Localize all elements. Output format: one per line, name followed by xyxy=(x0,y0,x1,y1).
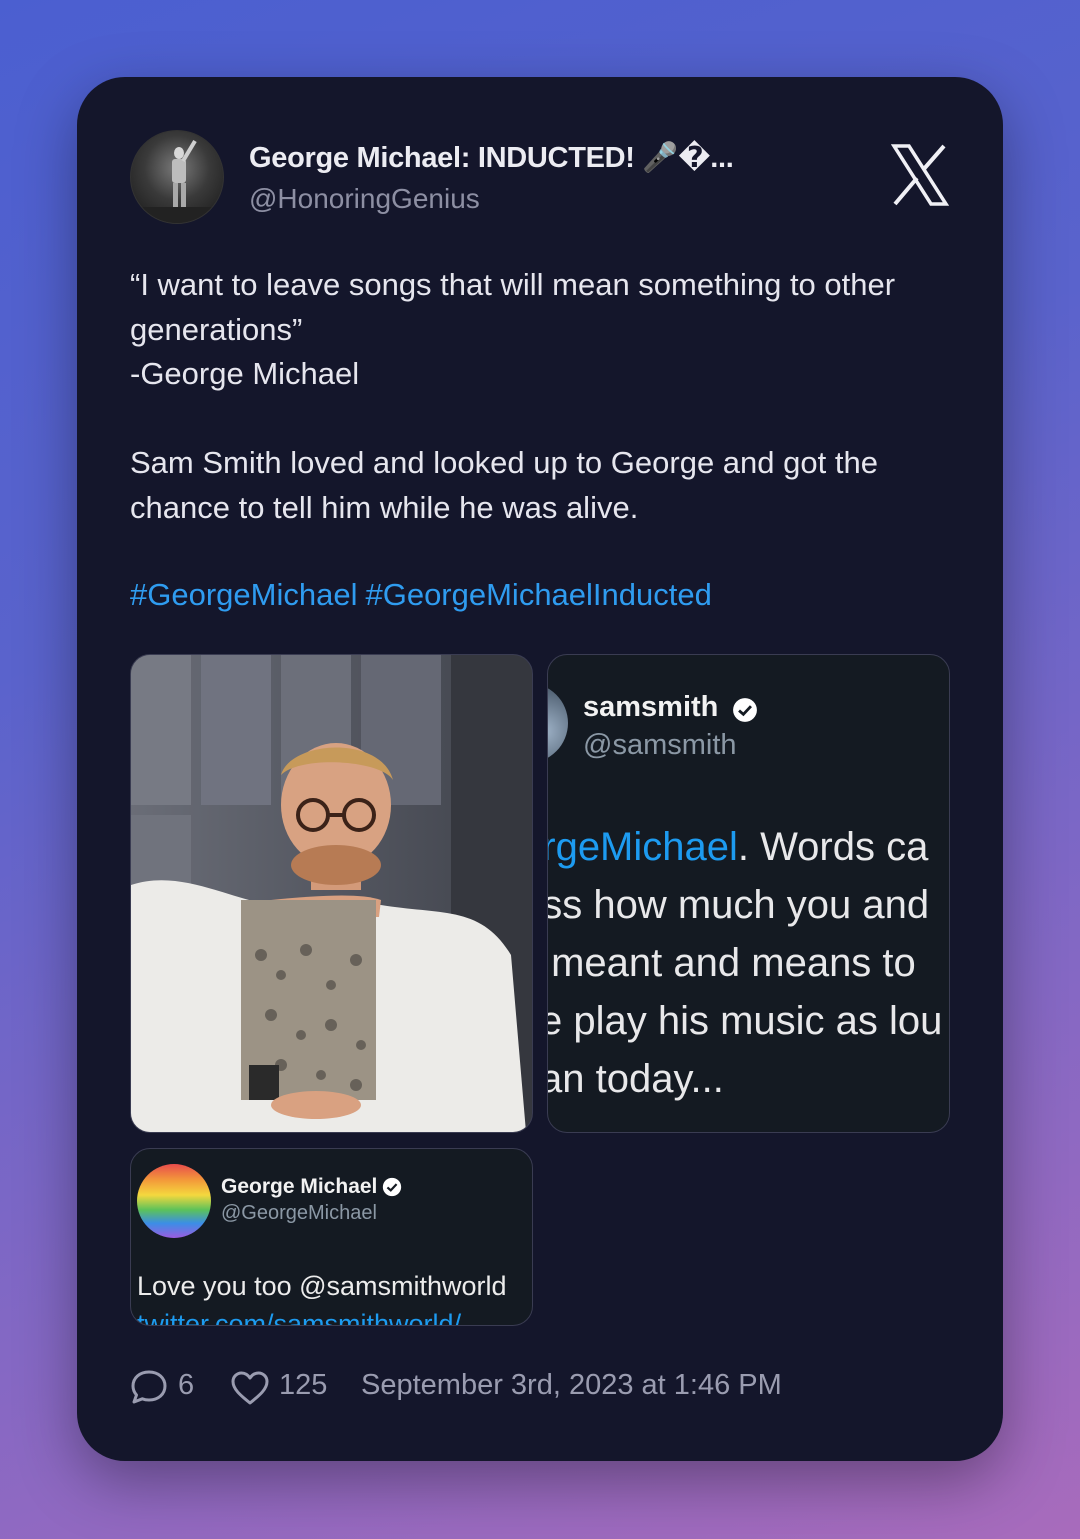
samsmith-avatar xyxy=(548,683,568,763)
hashtag-link[interactable]: #GeorgeMichaelInducted xyxy=(365,577,711,612)
reply-count: 6 xyxy=(178,1369,195,1401)
tweet-quote: “I want to leave songs that will mean so… xyxy=(130,267,896,347)
screenshot-mention: orgeMichael xyxy=(548,825,738,869)
media-screenshot-georgemichael[interactable]: George Michael @GeorgeMichael Love you t… xyxy=(130,1148,533,1326)
hashtag-link[interactable]: #GeorgeMichael xyxy=(130,577,357,612)
reply-icon[interactable] xyxy=(130,1369,168,1405)
like-icon[interactable] xyxy=(230,1370,270,1406)
media-screenshot-samsmith[interactable]: samsmith @samsmith orgeMichael. Words ca… xyxy=(547,654,950,1133)
x-logo-icon[interactable] xyxy=(891,144,949,206)
screenshot-text-line: can today... xyxy=(548,1057,724,1101)
tweet-body: Sam Smith loved and looked up to George … xyxy=(130,445,878,525)
timestamp[interactable]: September 3rd, 2023 at 1:46 PM xyxy=(361,1369,782,1402)
georgemichael-reply-link: twitter.com/samsmithworld/ xyxy=(137,1309,462,1326)
screenshot-text-line: se play his music as lou xyxy=(547,999,943,1043)
verified-badge-icon xyxy=(733,698,757,722)
georgemichael-handle: @GeorgeMichael xyxy=(221,1202,377,1224)
georgemichael-reply-text: Love you too @samsmithworld xyxy=(137,1271,507,1301)
verified-badge-icon xyxy=(382,1177,402,1197)
georgemichael-avatar xyxy=(137,1164,211,1238)
hashtags: #GeorgeMichael #GeorgeMichaelInducted xyxy=(130,577,720,613)
screenshot-text-line: orgeMichael. Words ca xyxy=(548,825,928,870)
author-display-name[interactable]: George Michael: INDUCTED! 🎤�... xyxy=(249,140,734,175)
samsmith-name: samsmith xyxy=(583,691,719,723)
media-photo[interactable] xyxy=(130,654,533,1133)
screenshot-text-line: c meant and means to xyxy=(547,941,916,985)
georgemichael-name: George Michael xyxy=(221,1175,378,1198)
tweet-card: George Michael: INDUCTED! 🎤�... @Honorin… xyxy=(77,77,1003,1461)
author-handle[interactable]: @HonoringGenius xyxy=(249,183,480,215)
like-count: 125 xyxy=(279,1369,328,1401)
samsmith-handle: @samsmith xyxy=(583,729,737,761)
tweet-attribution: -George Michael xyxy=(130,356,360,391)
author-avatar[interactable] xyxy=(130,130,224,224)
tweet-text: “I want to leave songs that will mean so… xyxy=(130,263,970,530)
screenshot-text-line: ess how much you and xyxy=(547,883,930,927)
